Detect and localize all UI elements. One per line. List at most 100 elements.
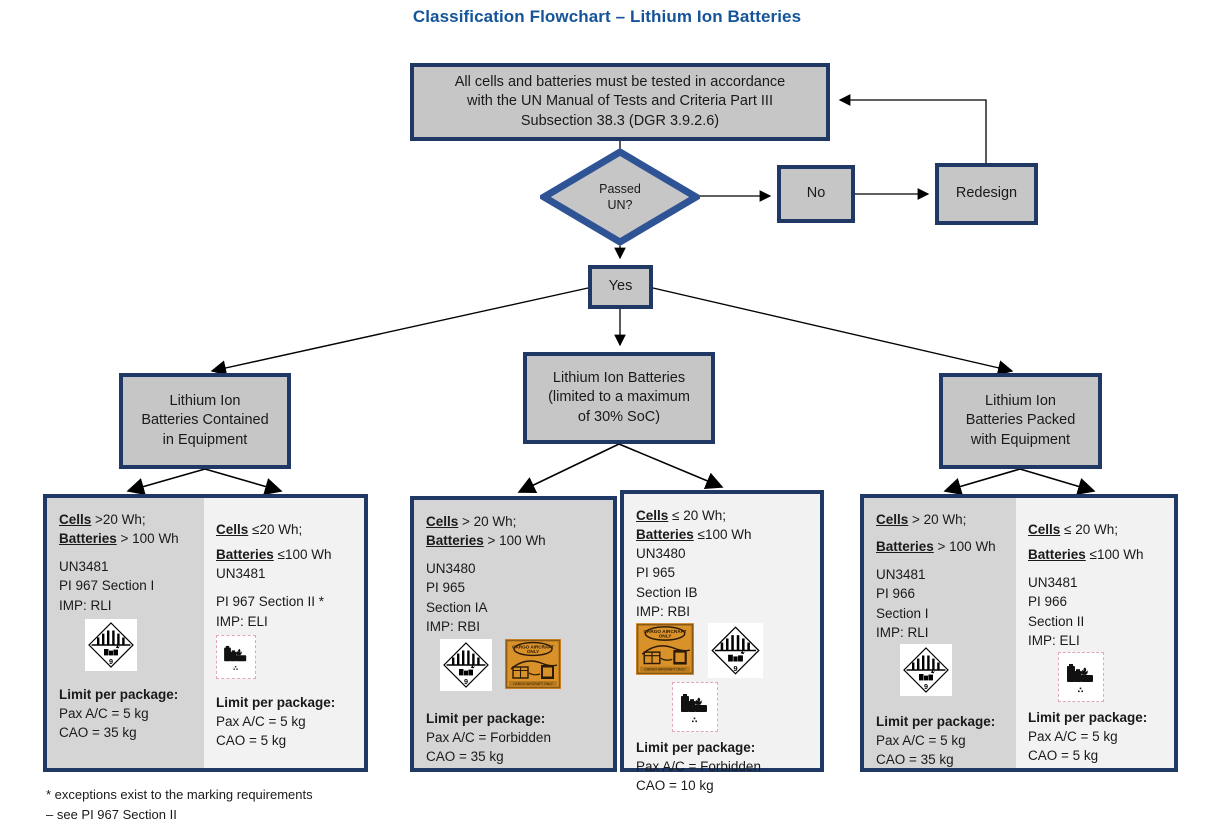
mid-b-pax: Pax A/C = Forbidden [636,759,761,775]
right-a-batteries-line: Batteries > 100 Wh [876,537,1006,556]
panel-packed-with-equipment: Cells > 20 Wh; Batteries > 100 Wh UN3481… [860,494,1178,772]
flowchart-canvas: Classification Flowchart – Lithium Ion B… [0,0,1214,838]
left-b-un: UN3481 [216,566,266,582]
right-a-cao: CAO = 35 kg [876,752,954,768]
right-a-batteries-label: Batteries [876,539,934,555]
mid-b-batteries-value: ≤100 Wh [693,527,752,543]
page-title: Classification Flowchart – Lithium Ion B… [412,7,802,26]
cat-right-line-2: Batteries Packed [965,412,1076,429]
top-box-line-1: All cells and batteries must be tested i… [454,73,786,90]
left-b-cells-line: Cells ≤20 Wh; [216,520,354,539]
panel-contained-in-equipment: Cells >20 Wh; Batteries > 100 Wh UN3481 … [43,494,368,772]
node-redesign[interactable]: Redesign [935,163,1038,225]
top-box-line-3: Subsection 38.3 (DGR 3.9.2.6) [520,112,720,129]
cargo-aircraft-only-icon: CARGO AIRCRAFT ONLY CARGO AIRCRAFT ONLY [636,623,694,675]
left-b-pax: Pax A/C = 5 kg [216,713,306,729]
left-a-cells-label: Cells [59,512,92,527]
footnote: * exceptions exist to the marking requir… [46,785,386,824]
cat-left-line-3: in Equipment [162,431,248,448]
left-b-batteries-line: Batteries ≤100 Wh [216,545,354,564]
svg-text:9: 9 [464,677,468,686]
node-batteries-30-percent-soc[interactable]: Lithium Ion Batteries (limited to a maxi… [523,352,715,444]
node-no[interactable]: No [777,165,855,223]
panel-soc-section-ia: Cells > 20 Wh; Batteries > 100 Wh UN3480… [410,496,617,772]
mid-a-cells-line: Cells > 20 Wh; [426,512,603,531]
mid-a-cells-label: Cells [426,514,459,529]
subpanel-right-section-i[interactable]: Cells > 20 Wh; Batteries > 100 Wh UN3481… [864,498,1016,768]
right-a-batteries-value: > 100 Wh [933,539,996,555]
lithium-battery-mark-icon [1058,651,1104,702]
class-9-lithium-battery-icon: 9 [708,622,763,678]
left-a-cells-value: >20 Wh; [91,512,146,527]
left-b-cao: CAO = 5 kg [216,733,287,749]
left-a-batteries-label: Batteries [59,531,117,547]
left-b-batteries-label: Batteries [216,547,274,563]
left-a-cells-line: Cells >20 Wh; [59,510,194,529]
mid-a-cells-value: > 20 Wh; [458,514,517,529]
cat-left-line-1: Lithium Ion [169,392,241,409]
node-yes[interactable]: Yes [588,265,653,309]
svg-text:CARGO AIRCRAFT ONLY: CARGO AIRCRAFT ONLY [644,667,686,671]
mid-b-cells-label: Cells [636,508,669,523]
subpanel-right-section-ii[interactable]: Cells ≤ 20 Wh; Batteries ≤100 Wh UN3481 … [1016,498,1174,768]
right-b-batteries-label: Batteries [1028,547,1086,563]
node-batteries-packed-with-equipment[interactable]: Lithium Ion Batteries Packed with Equipm… [939,373,1102,469]
left-b-imp: IMP: ELI [216,613,268,629]
mid-b-batteries-label: Batteries [636,527,694,543]
cat-right-line-1: Lithium Ion [985,392,1056,409]
mid-a-pax: Pax A/C = Forbidden [426,730,551,746]
right-b-cells-value: ≤ 20 Wh; [1060,522,1118,537]
cat-mid-line-1: Lithium Ion Batteries [552,369,686,386]
mid-b-cao: CAO = 10 kg [636,778,714,794]
svg-text:9: 9 [733,664,737,673]
cargo-aircraft-only-icon: CARGO AIRCRAFT ONLY CARGO AIRCRAFT ONLY [505,638,561,689]
right-b-un: UN3481 [1028,575,1078,591]
subpanel-left-section-ii[interactable]: Cells ≤20 Wh; Batteries ≤100 Wh UN3481 P… [204,498,364,768]
subpanel-mid-section-ib[interactable]: Cells ≤ 20 Wh; Batteries ≤100 Wh UN3480 … [624,494,820,793]
right-b-cells-line: Cells ≤ 20 Wh; [1028,520,1164,539]
svg-text:9: 9 [109,657,113,666]
mid-b-limit-heading: Limit per package: [636,739,756,755]
cat-mid-line-3: of 30% SoC) [577,408,661,425]
right-b-section: Section II [1028,613,1085,629]
footnote-line-1: * exceptions exist to the marking requir… [46,787,313,802]
subpanel-left-section-i[interactable]: Cells >20 Wh; Batteries > 100 Wh UN3481 … [47,498,204,768]
right-a-pi: PI 966 [876,586,916,602]
class-9-lithium-battery-icon: 9 [440,638,492,691]
right-a-un: UN3481 [876,567,926,583]
node-batteries-contained-in-equipment[interactable]: Lithium Ion Batteries Contained in Equip… [119,373,291,469]
svg-text:9: 9 [924,682,928,691]
mid-a-pi: PI 965 [426,580,466,596]
right-b-batteries-value: ≤100 Wh [1085,547,1144,563]
mid-b-batteries-line: Batteries ≤100 Wh [636,525,810,544]
mid-a-un: UN3480 [426,561,476,577]
subpanel-mid-section-ia[interactable]: Cells > 20 Wh; Batteries > 100 Wh UN3480… [414,500,613,768]
cat-right-line-3: with Equipment [970,431,1071,448]
mid-a-batteries-value: > 100 Wh [483,533,546,549]
left-b-batteries-value: ≤100 Wh [273,547,332,563]
decision-diamond-passed-un[interactable] [540,148,700,246]
lithium-battery-mark-icon [672,681,718,732]
class-9-lithium-battery-icon: 9 [900,643,952,696]
panel-soc-section-ib: Cells ≤ 20 Wh; Batteries ≤100 Wh UN3480 … [620,490,824,793]
mid-b-pi: PI 965 [636,565,676,581]
right-b-limit-heading: Limit per package: [1028,709,1148,725]
right-b-batteries-line: Batteries ≤100 Wh [1028,545,1164,564]
mid-a-batteries-label: Batteries [426,533,484,549]
mid-b-section: Section IB [636,584,698,600]
right-b-cao: CAO = 5 kg [1028,748,1099,764]
mid-a-section: Section IA [426,599,488,615]
mid-b-imp: IMP: RBI [636,603,691,619]
right-a-section: Section I [876,605,929,621]
right-b-pi: PI 966 [1028,594,1068,610]
right-b-imp: IMP: ELI [1028,632,1080,648]
left-a-un: UN3481 [59,559,109,575]
mid-b-cells-line: Cells ≤ 20 Wh; [636,506,810,525]
left-b-pi: PI 967 Section II * [216,594,325,610]
svg-text:ONLY: ONLY [659,634,673,640]
node-un-testing-requirement[interactable]: All cells and batteries must be tested i… [410,63,830,141]
right-a-cells-line: Cells > 20 Wh; [876,510,1006,529]
left-b-cells-value: ≤20 Wh; [248,522,303,537]
right-a-imp: IMP: RLI [876,624,929,640]
left-a-batteries-value: > 100 Wh [116,531,179,547]
